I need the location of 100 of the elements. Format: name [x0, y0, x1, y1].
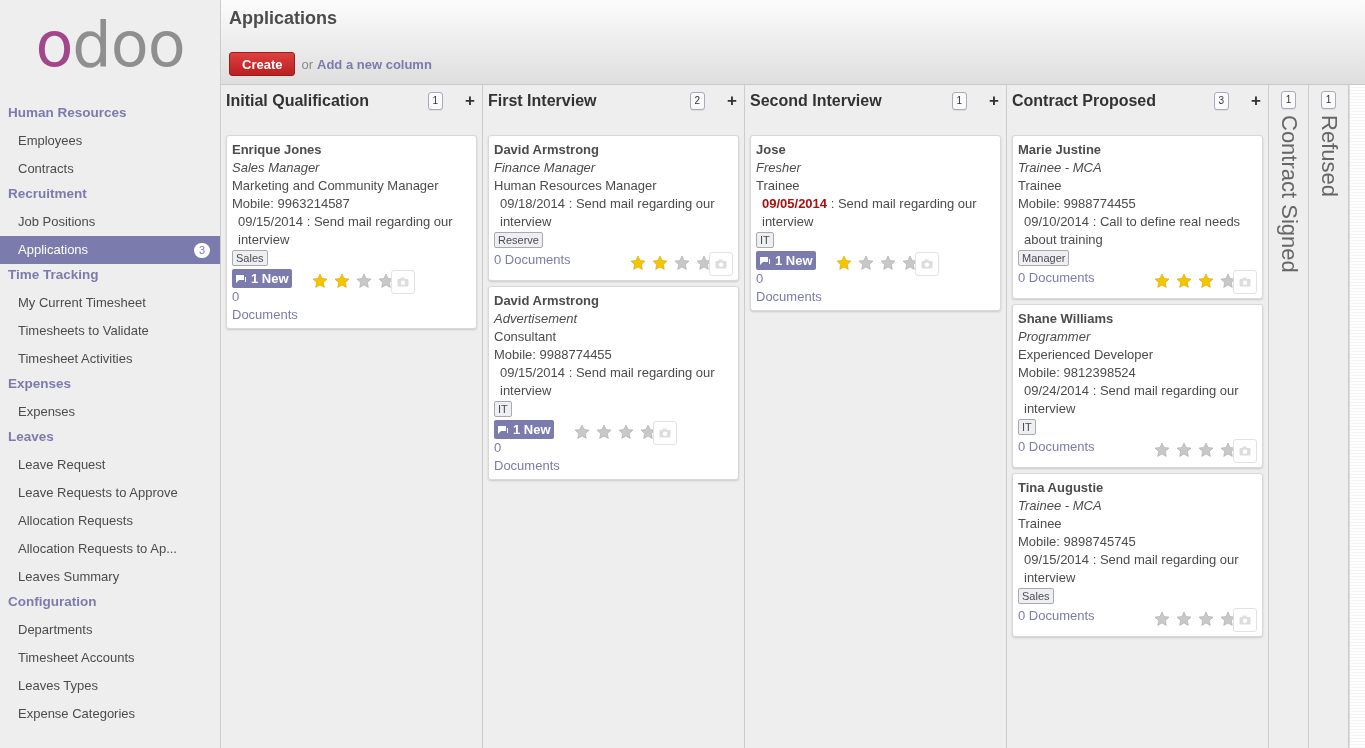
- star-rating[interactable]: [312, 273, 394, 289]
- or-text: or: [301, 56, 314, 72]
- menu-item[interactable]: My Current Timesheet: [0, 289, 220, 317]
- star-icon[interactable]: [674, 255, 690, 271]
- star-icon[interactable]: [1154, 273, 1170, 289]
- menu-item[interactable]: Contracts: [0, 155, 220, 183]
- menu-item[interactable]: Allocation Requests: [0, 507, 220, 535]
- applicant-source: Programmer: [1018, 328, 1092, 346]
- menu-item[interactable]: Timesheet Accounts: [0, 644, 220, 672]
- star-icon[interactable]: [378, 273, 394, 289]
- star-icon[interactable]: [1154, 611, 1170, 627]
- applicant-card[interactable]: Tina Augustie Trainee - MCA Trainee Mobile: 9898745745 09/15/2014 : Send mail regarding our interview Sales 0 Documents: [1012, 473, 1263, 637]
- star-rating[interactable]: [574, 424, 656, 440]
- documents-link[interactable]: 0 Documents: [756, 270, 836, 306]
- applicant-card[interactable]: Marie Justine Trainee - MCA Trainee Mobile: 9988774455 09/10/2014 : Call to define real needs about training Manager 0 Documents: [1012, 135, 1263, 299]
- star-icon[interactable]: [1176, 273, 1192, 289]
- applicant-source: Advertisement: [494, 310, 579, 328]
- star-icon[interactable]: [1198, 273, 1214, 289]
- star-icon[interactable]: [880, 255, 896, 271]
- star-icon[interactable]: [1198, 442, 1214, 458]
- menu-section-title: Leaves: [7, 428, 55, 446]
- menu-item[interactable]: Timesheet Activities: [0, 345, 220, 373]
- star-rating[interactable]: [1154, 611, 1236, 627]
- column-title: Second Interview: [750, 92, 883, 110]
- add-card-button[interactable]: +: [727, 91, 737, 111]
- camera-icon: [1233, 439, 1257, 463]
- menu-item[interactable]: Leave Request: [0, 451, 220, 479]
- menu-item[interactable]: Expense Categories: [0, 700, 220, 728]
- column-count: 1: [1320, 91, 1337, 109]
- menu-item[interactable]: Leaves Types: [0, 672, 220, 700]
- documents-link[interactable]: 0 Documents: [232, 288, 312, 324]
- star-icon[interactable]: [596, 424, 612, 440]
- applicant-source: Finance Manager: [494, 159, 597, 177]
- applicant-card[interactable]: David Armstrong Finance Manager Human Resources Manager 09/18/2014 : Send mail regarding our interview Reserve 0 Documents: [488, 135, 739, 281]
- menu-item[interactable]: Leave Requests to Approve: [0, 479, 220, 507]
- star-icon[interactable]: [1198, 611, 1214, 627]
- menu-item[interactable]: Departments: [0, 616, 220, 644]
- menu-section-title: Time Tracking: [7, 266, 100, 284]
- star-icon[interactable]: [640, 424, 656, 440]
- add-card-button[interactable]: +: [465, 91, 475, 111]
- menu-item[interactable]: Leaves Summary: [0, 563, 220, 591]
- job-title: Trainee: [1018, 515, 1063, 533]
- camera-icon: [709, 252, 733, 276]
- applicant-card[interactable]: Shane Williams Programmer Experienced Developer Mobile: 9812398524 09/24/2014 : Send mail regarding our interview IT 0 Documents: [1012, 304, 1263, 468]
- camera-icon: [391, 270, 415, 294]
- tag: Sales: [232, 250, 268, 266]
- documents-link[interactable]: 0 Documents: [1018, 269, 1095, 287]
- applicant-source: Trainee - MCA: [1018, 497, 1103, 515]
- menu-item[interactable]: Employees: [0, 127, 220, 155]
- star-rating[interactable]: [1154, 442, 1236, 458]
- new-messages-badge[interactable]: 1 New: [494, 420, 554, 439]
- applicant-card[interactable]: Enrique Jones Sales Manager Marketing and Community Manager Mobile: 9963214587 09/15/2014 : Send mail regarding our interview Sales 1 New 0 Documents: [226, 135, 477, 329]
- star-icon[interactable]: [1220, 273, 1236, 289]
- star-icon[interactable]: [902, 255, 918, 271]
- add-card-button[interactable]: +: [1251, 91, 1261, 111]
- create-button[interactable]: Create: [229, 52, 296, 76]
- star-icon[interactable]: [1154, 442, 1170, 458]
- star-icon[interactable]: [356, 273, 372, 289]
- star-icon[interactable]: [1176, 442, 1192, 458]
- applicant-card[interactable]: David Armstrong Advertisement Consultant Mobile: 9988774455 09/15/2014 : Send mail regarding our interview IT 1 New 0 Documents: [488, 286, 739, 480]
- documents-link[interactable]: 0 Documents: [494, 251, 571, 269]
- star-icon[interactable]: [836, 255, 852, 271]
- star-rating[interactable]: [836, 255, 918, 271]
- applicant-card[interactable]: Jose Fresher Trainee 09/05/2014 : Send mail regarding our interview IT 1 New 0 Documents: [750, 135, 1001, 311]
- camera-icon: [915, 252, 939, 276]
- menu-item[interactable]: Job Positions: [0, 208, 220, 236]
- star-icon[interactable]: [1220, 611, 1236, 627]
- menu-section-title: Expenses: [7, 375, 73, 393]
- column-count: 1: [427, 92, 444, 110]
- star-icon[interactable]: [574, 424, 590, 440]
- star-icon[interactable]: [652, 255, 668, 271]
- documents-link[interactable]: 0 Documents: [1018, 607, 1095, 625]
- star-icon[interactable]: [696, 255, 712, 271]
- menu-item[interactable]: Applications 3: [0, 236, 220, 264]
- star-icon[interactable]: [312, 273, 328, 289]
- activity-text: 09/15/2014 : Send mail regarding our interview: [238, 213, 454, 249]
- star-icon[interactable]: [334, 273, 350, 289]
- mobile-number: Mobile: 9988774455: [494, 346, 613, 364]
- menu-item[interactable]: Allocation Requests to Ap...: [0, 535, 220, 563]
- new-messages-badge[interactable]: 1 New: [232, 269, 292, 288]
- star-icon[interactable]: [858, 255, 874, 271]
- menu-item[interactable]: Expenses: [0, 398, 220, 426]
- count-badge: 3: [193, 242, 210, 258]
- add-card-button[interactable]: +: [989, 91, 999, 111]
- documents-link[interactable]: 0 Documents: [1018, 438, 1095, 456]
- column-count: 1: [951, 92, 968, 110]
- star-icon[interactable]: [1220, 442, 1236, 458]
- folded-column[interactable]: 1 Contract Signed: [1269, 85, 1309, 748]
- menu-item[interactable]: Timesheets to Validate: [0, 317, 220, 345]
- star-icon[interactable]: [630, 255, 646, 271]
- documents-link[interactable]: 0 Documents: [494, 439, 574, 475]
- star-rating[interactable]: [1154, 273, 1236, 289]
- new-messages-badge[interactable]: 1 New: [756, 251, 816, 270]
- applicant-name: Tina Augustie: [1018, 479, 1105, 497]
- job-title: Marketing and Community Manager: [232, 177, 440, 195]
- star-icon[interactable]: [1176, 611, 1192, 627]
- column-count: 1: [1280, 91, 1297, 109]
- activity-text: 09/18/2014 : Send mail regarding our interview: [500, 195, 716, 231]
- star-icon[interactable]: [618, 424, 634, 440]
- star-rating[interactable]: [630, 255, 712, 271]
